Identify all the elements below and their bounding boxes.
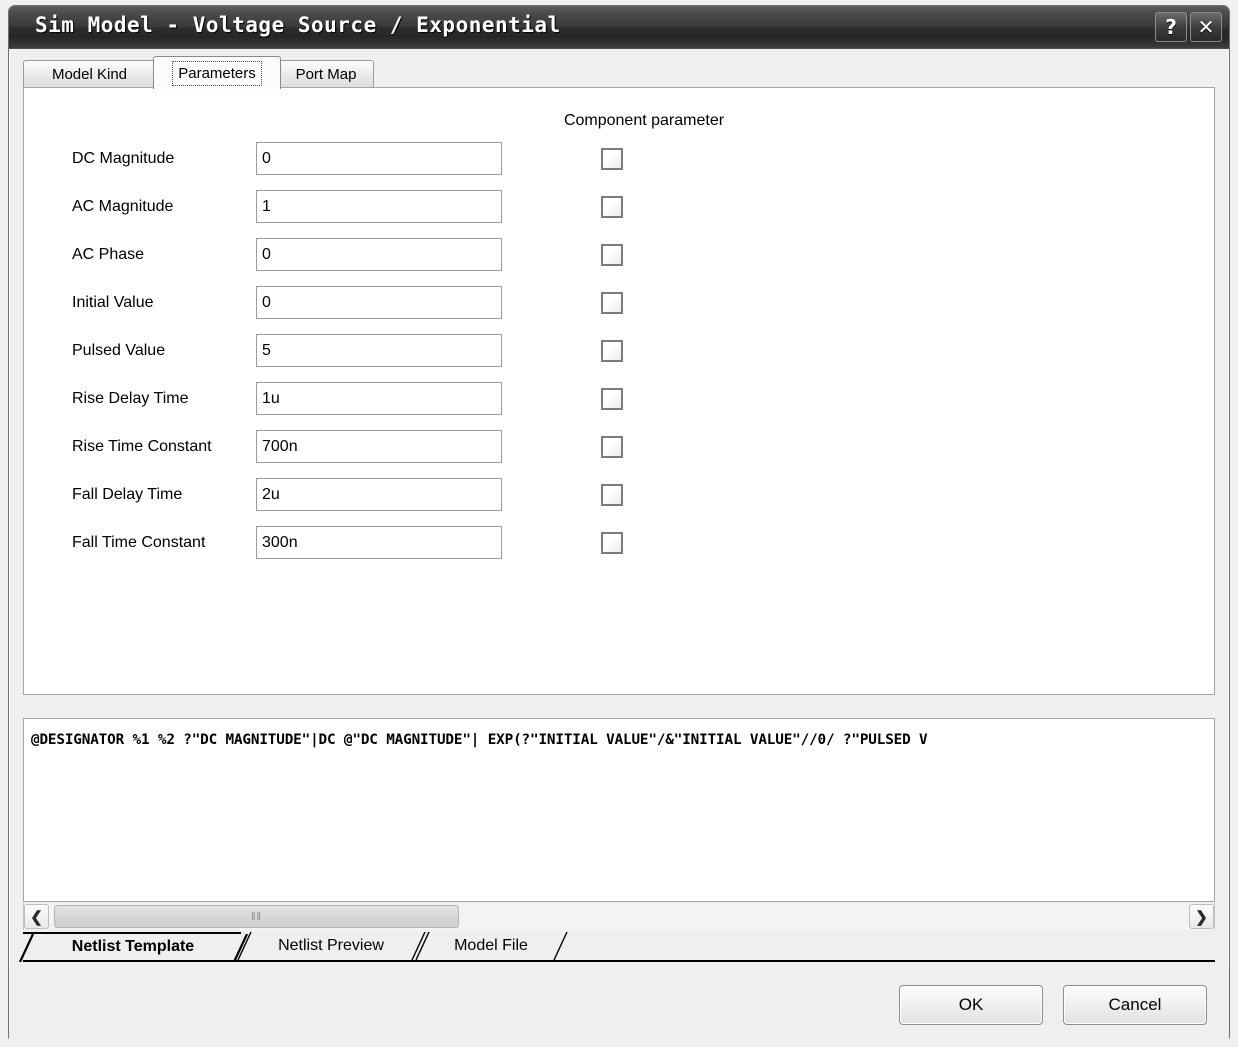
app-root: Sim Model - Voltage Source / Exponential… xyxy=(0,0,1238,1047)
parameter-value-input[interactable] xyxy=(256,286,502,319)
parameter-value-input[interactable] xyxy=(256,430,502,463)
parameter-row: Rise Delay Time xyxy=(24,380,1214,428)
component-parameter-checkbox[interactable] xyxy=(601,436,623,458)
component-parameter-checkbox[interactable] xyxy=(601,388,623,410)
component-parameter-checkbox[interactable] xyxy=(601,340,623,362)
parameter-value-input[interactable] xyxy=(256,334,502,367)
tab-label: Model Kind xyxy=(51,66,128,83)
parameters-panel: Component parameter DC Magnitude AC Magni… xyxy=(23,87,1215,695)
bottom-tab-label: Netlist Preview xyxy=(278,937,384,954)
tab-left-slant-icon xyxy=(237,932,252,960)
bottom-tab-label: Netlist Template xyxy=(71,938,195,955)
parameter-row: Initial Value xyxy=(24,284,1214,332)
parameter-value-input[interactable] xyxy=(256,382,502,415)
parameter-label: Rise Time Constant xyxy=(72,438,212,455)
tab-label: Port Map xyxy=(295,66,357,83)
parameter-value-input[interactable] xyxy=(256,142,502,175)
scrollbar-grip-icon: ‖‖ xyxy=(250,910,263,923)
parameter-label: AC Phase xyxy=(72,246,145,263)
bottom-tab-netlist-template[interactable]: Netlist Template xyxy=(19,932,248,962)
component-parameter-checkbox[interactable] xyxy=(601,196,623,218)
parameter-label: Pulsed Value xyxy=(72,342,166,359)
parameter-row: Rise Time Constant xyxy=(24,428,1214,476)
title-bar: Sim Model - Voltage Source / Exponential… xyxy=(9,6,1229,49)
top-tab-strip: Model Kind Parameters Port Map xyxy=(23,56,1215,89)
component-parameter-header: Component parameter xyxy=(563,112,725,129)
component-parameter-checkbox[interactable] xyxy=(601,244,623,266)
parameter-value-input[interactable] xyxy=(256,238,502,271)
parameter-label: AC Magnitude xyxy=(72,198,174,215)
cancel-button[interactable]: Cancel xyxy=(1063,985,1207,1025)
ok-button[interactable]: OK xyxy=(899,985,1043,1025)
parameter-row: DC Magnitude xyxy=(24,140,1214,188)
parameter-row: AC Phase xyxy=(24,236,1214,284)
tab-label: Parameters xyxy=(172,60,262,86)
scrollbar-thumb[interactable]: ‖‖ xyxy=(54,905,459,928)
scroll-right-arrow-icon[interactable]: ❯ xyxy=(1189,904,1214,929)
tab-parameters[interactable]: Parameters xyxy=(153,56,281,89)
component-parameter-checkbox[interactable] xyxy=(601,148,623,170)
parameter-row: Pulsed Value xyxy=(24,332,1214,380)
parameter-label: DC Magnitude xyxy=(72,150,175,167)
component-parameter-checkbox[interactable] xyxy=(601,292,623,314)
tab-model-kind[interactable]: Model Kind xyxy=(23,60,156,88)
help-icon[interactable]: ? xyxy=(1155,12,1187,42)
tab-right-slant-icon xyxy=(553,932,568,960)
dialog-footer: OK Cancel xyxy=(9,968,1229,1040)
parameter-value-input[interactable] xyxy=(256,526,502,559)
window-title: Sim Model - Voltage Source / Exponential xyxy=(35,13,561,37)
bottom-tab-label: Model File xyxy=(454,937,528,954)
tab-port-map[interactable]: Port Map xyxy=(278,60,374,88)
bottom-tab-strip: Netlist Template Netlist Preview Model Fil… xyxy=(19,932,1215,962)
close-icon[interactable]: ✕ xyxy=(1190,12,1222,42)
netlist-horizontal-scrollbar[interactable]: ❮ ‖‖ ❯ xyxy=(23,903,1215,930)
sim-model-dialog: Sim Model - Voltage Source / Exponential… xyxy=(8,5,1230,1040)
parameter-label: Initial Value xyxy=(72,294,154,311)
parameter-label: Rise Delay Time xyxy=(72,390,189,407)
bottom-tab-model-file[interactable]: Model File xyxy=(415,932,568,960)
tab-left-slant-icon xyxy=(19,934,34,962)
bottom-tab-netlist-preview[interactable]: Netlist Preview xyxy=(237,932,426,960)
component-parameter-checkbox[interactable] xyxy=(601,532,623,554)
parameter-row: AC Magnitude xyxy=(24,188,1214,236)
parameter-row: Fall Time Constant xyxy=(24,524,1214,572)
parameter-label: Fall Delay Time xyxy=(72,486,183,503)
netlist-template-text: @DESIGNATOR %1 %2 ?"DC MAGNITUDE"|DC @"D… xyxy=(31,732,928,748)
scroll-left-arrow-icon[interactable]: ❮ xyxy=(24,904,49,929)
component-parameter-checkbox[interactable] xyxy=(601,484,623,506)
parameter-row: Fall Delay Time xyxy=(24,476,1214,524)
parameter-label: Fall Time Constant xyxy=(72,534,206,551)
parameter-rows: DC Magnitude AC Magnitude AC Phase Initial … xyxy=(24,140,1214,572)
tab-left-slant-icon xyxy=(415,932,430,960)
parameter-value-input[interactable] xyxy=(256,478,502,511)
netlist-template-panel[interactable]: @DESIGNATOR %1 %2 ?"DC MAGNITUDE"|DC @"D… xyxy=(23,718,1215,902)
title-bar-buttons: ? ✕ xyxy=(1155,12,1222,42)
parameter-value-input[interactable] xyxy=(256,190,502,223)
